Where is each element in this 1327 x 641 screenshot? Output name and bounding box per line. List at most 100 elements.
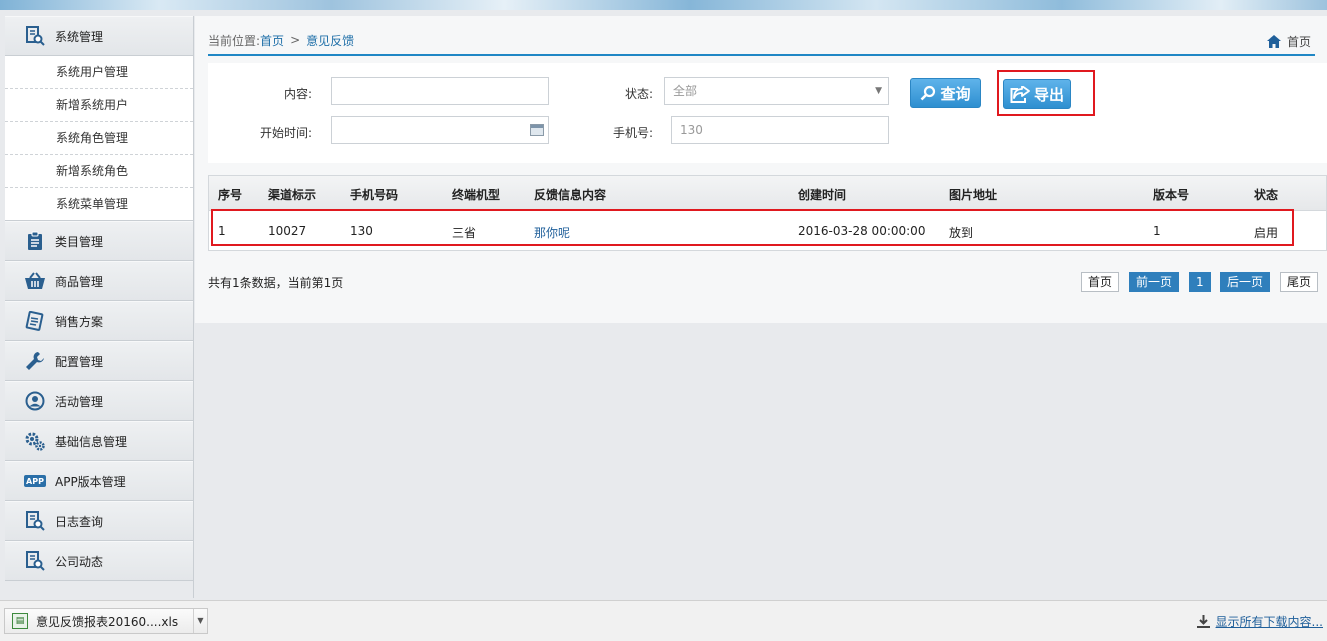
sidebar-group-label: 日志查询 — [55, 514, 104, 529]
col-header-feedback[interactable]: 反馈信息内容 — [534, 186, 606, 203]
col-header-created[interactable]: 创建时间 — [798, 186, 846, 203]
pager-next[interactable]: 后一页 — [1220, 272, 1271, 292]
sidebar-group-label: 类目管理 — [55, 234, 104, 249]
sidebar-item-system-menus[interactable]: 系统菜单管理 — [5, 188, 193, 221]
search-button[interactable]: 查询 — [910, 78, 981, 108]
sidebar-group-products[interactable]: 商品管理 — [5, 261, 193, 301]
col-header-device[interactable]: 终端机型 — [452, 186, 500, 203]
pagination-summary: 共有1条数据，当前第1页 — [208, 276, 344, 290]
gears-icon — [23, 430, 47, 452]
breadcrumb-current: 意见反馈 — [306, 33, 355, 48]
sidebar-group-category[interactable]: 类目管理 — [5, 221, 193, 261]
col-header-phone[interactable]: 手机号码 — [350, 186, 398, 203]
cell-status: 启用 — [1254, 226, 1279, 240]
excel-file-icon: ▤ — [12, 613, 28, 629]
feedback-table: 序号 渠道标示 手机号码 终端机型 反馈信息内容 创建时间 图片地址 版本号 状… — [208, 175, 1327, 251]
download-icon — [1196, 615, 1210, 628]
cell-version: 1 — [1153, 224, 1161, 238]
col-header-status[interactable]: 状态 — [1254, 186, 1278, 203]
start-time-input[interactable] — [331, 116, 549, 144]
phone-label: 手机号: — [612, 126, 653, 140]
status-label: 状态: — [624, 87, 653, 101]
chevron-down-icon[interactable]: ▼ — [193, 609, 207, 633]
pager-last[interactable]: 尾页 — [1280, 272, 1319, 292]
breadcrumb-prefix: 当前位置: — [208, 33, 261, 48]
col-header-channel[interactable]: 渠道标示 — [268, 186, 316, 203]
cell-index: 1 — [218, 224, 226, 238]
table-row[interactable]: 1 10027 130 三省 那你呢 2016-03-28 00:00:00 放… — [209, 211, 1326, 251]
pager-current[interactable]: 1 — [1189, 272, 1211, 292]
cell-phone: 130 — [350, 224, 373, 238]
sidebar-group-label: 公司动态 — [55, 554, 104, 569]
export-icon — [1010, 85, 1030, 103]
pager-prev[interactable]: 前一页 — [1129, 272, 1180, 292]
app-badge-icon: APP — [23, 470, 47, 492]
calendar-icon[interactable] — [530, 124, 544, 136]
download-file-name: 意见反馈报表20160....xls — [36, 614, 179, 629]
content-label: 内容: — [283, 87, 312, 101]
doc-search-icon — [23, 550, 47, 572]
content-input[interactable] — [331, 77, 549, 105]
sidebar-group-label: 商品管理 — [55, 274, 104, 289]
top-banner — [0, 0, 1327, 10]
search-icon — [921, 85, 936, 101]
sidebar-group-config[interactable]: 配置管理 — [5, 341, 193, 381]
sidebar-group-system[interactable]: 系统管理 — [5, 16, 193, 56]
home-icon — [1266, 35, 1281, 48]
sidebar-item-system-roles[interactable]: 系统角色管理 — [5, 122, 193, 155]
sidebar: 系统管理 系统用户管理 新增系统用户 系统角色管理 新增系统角色 系统菜单管理 … — [5, 16, 194, 598]
sidebar-group-label: 系统管理 — [55, 29, 104, 44]
cell-channel: 10027 — [268, 224, 307, 238]
sidebar-group-label: 基础信息管理 — [55, 434, 128, 449]
cell-created: 2016-03-28 00:00:00 — [798, 224, 926, 238]
home-link-label: 首页 — [1286, 35, 1311, 49]
sidebar-group-company-news[interactable]: 公司动态 — [5, 541, 193, 581]
download-item[interactable]: ▤ 意见反馈报表20160....xls ▼ — [4, 608, 208, 634]
sidebar-item-system-users[interactable]: 系统用户管理 — [5, 56, 193, 89]
export-button[interactable]: 导出 — [1003, 79, 1071, 109]
notepad-icon — [23, 310, 47, 332]
sidebar-group-app-version[interactable]: APP APP版本管理 — [5, 461, 193, 501]
phone-input[interactable] — [671, 116, 889, 144]
sidebar-group-activities[interactable]: 活动管理 — [5, 381, 193, 421]
status-select-value: 全部 — [673, 84, 698, 98]
show-all-downloads-link[interactable]: 显示所有下载内容... — [1196, 613, 1323, 630]
start-time-label: 开始时间: — [259, 126, 312, 140]
sidebar-group-label: 销售方案 — [55, 314, 104, 329]
col-header-index[interactable]: 序号 — [218, 186, 242, 203]
sidebar-group-logs[interactable]: 日志查询 — [5, 501, 193, 541]
filter-panel: 内容: 状态: 全部 ▼ 开始时间: 手机号: 查询 导出 — [208, 63, 1327, 163]
pager-first[interactable]: 首页 — [1081, 272, 1120, 292]
col-header-version[interactable]: 版本号 — [1153, 186, 1189, 203]
chevron-down-icon: ▼ — [875, 86, 882, 96]
download-bar: ▤ 意见反馈报表20160....xls ▼ 显示所有下载内容... — [0, 600, 1327, 641]
breadcrumb: 当前位置: 首页 > 意见反馈 首页 — [208, 26, 1315, 56]
person-circle-icon — [23, 390, 47, 412]
sidebar-group-label: 活动管理 — [55, 394, 104, 409]
breadcrumb-separator: > — [290, 33, 301, 47]
wrench-icon — [23, 350, 47, 372]
sidebar-group-sales[interactable]: 销售方案 — [5, 301, 193, 341]
clipboard-icon — [23, 230, 47, 252]
sidebar-group-label: APP版本管理 — [55, 474, 126, 489]
cell-feedback-link[interactable]: 那你呢 — [534, 224, 570, 241]
main-content: 当前位置: 首页 > 意见反馈 首页 内容: 状态: 全部 ▼ 开始时间: 手机… — [195, 16, 1327, 323]
doc-search-icon — [23, 510, 47, 532]
breadcrumb-home-link[interactable]: 首页 — [260, 32, 284, 49]
sidebar-item-add-system-user[interactable]: 新增系统用户 — [5, 89, 193, 122]
sidebar-group-label: 配置管理 — [55, 354, 104, 369]
cell-image: 放到 — [949, 226, 974, 240]
basket-icon — [23, 270, 47, 292]
export-button-label: 导出 — [1033, 85, 1064, 104]
sidebar-item-add-system-role[interactable]: 新增系统角色 — [5, 155, 193, 188]
home-link[interactable]: 首页 — [1266, 33, 1311, 50]
col-header-image[interactable]: 图片地址 — [949, 186, 997, 203]
cell-device: 三省 — [452, 226, 477, 240]
sidebar-group-basic-info[interactable]: 基础信息管理 — [5, 421, 193, 461]
show-all-downloads-label: 显示所有下载内容... — [1215, 615, 1323, 629]
app-badge-text: APP — [26, 477, 44, 486]
status-select[interactable]: 全部 ▼ — [664, 77, 889, 105]
sidebar-submenu: 系统用户管理 新增系统用户 系统角色管理 新增系统角色 系统菜单管理 — [5, 56, 193, 221]
doc-search-icon — [23, 25, 47, 47]
search-button-label: 查询 — [940, 84, 971, 103]
